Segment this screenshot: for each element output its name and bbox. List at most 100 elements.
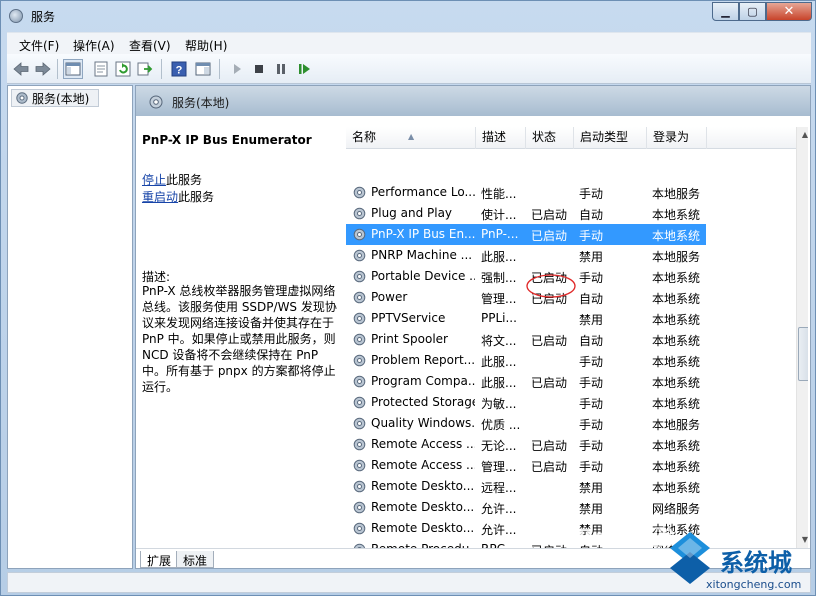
restart-service-line: 重启动此服务 <box>142 188 214 205</box>
table-row[interactable]: Problem Report... 此服... 手动 本地系统 <box>346 350 706 371</box>
close-button[interactable]: ✕ <box>766 2 812 21</box>
service-gear-icon <box>353 249 366 262</box>
table-row[interactable]: Performance Lo... 性能... 手动 本地服务 <box>346 182 706 203</box>
service-name-cell: Remote Access ... <box>371 458 475 472</box>
column-header-startup-type[interactable]: 启动类型 <box>574 127 647 149</box>
table-row[interactable]: Protected Storage 为敏... 手动 本地系统 <box>346 392 706 413</box>
properties-icon[interactable] <box>91 59 111 79</box>
service-description-cell: 优质 ... <box>481 418 521 432</box>
help-icon[interactable]: ? <box>169 59 189 79</box>
service-gear-icon <box>353 396 366 409</box>
column-header-description[interactable]: 描述 <box>476 127 526 149</box>
gear-icon <box>16 92 28 104</box>
service-logon-cell: 本地系统 <box>652 481 701 495</box>
service-description-cell: 管理... <box>481 460 517 474</box>
tab-extended[interactable]: 扩展 <box>140 551 179 568</box>
service-gear-icon <box>353 312 366 325</box>
table-row[interactable]: PNRP Machine ... 此服... 禁用 本地服务 <box>346 245 706 266</box>
toggle-action-pane-icon[interactable] <box>193 59 213 79</box>
service-startup-cell: 手动 <box>579 376 604 390</box>
service-status-cell: 已启动 <box>531 208 568 222</box>
table-row[interactable]: Quality Windows... 优质 ... 手动 本地服务 <box>346 413 706 434</box>
service-name-cell: Plug and Play <box>371 206 453 220</box>
table-row[interactable]: Remote Access ... 无论... 已启动 手动 本地系统 <box>346 434 706 455</box>
column-header-name[interactable]: 名称 ▲ <box>346 127 476 149</box>
baidu-jingyan-watermark: Bai 经验 <box>576 526 673 551</box>
table-row[interactable]: Remote Access ... 管理... 已启动 手动 本地系统 <box>346 455 706 476</box>
table-row[interactable]: Print Spooler 将文... 已启动 自动 本地系统 <box>346 329 706 350</box>
service-startup-cell: 手动 <box>579 187 604 201</box>
service-name-cell: Print Spooler <box>371 332 448 346</box>
service-description-cell: 此服... <box>481 250 517 264</box>
toolbar-separator <box>161 59 162 79</box>
menu-help[interactable]: 帮助(H) <box>185 37 227 54</box>
service-status-cell: 已启动 <box>531 229 568 243</box>
column-header-logon-as[interactable]: 登录为 <box>647 127 707 149</box>
sort-ascending-icon: ▲ <box>408 132 415 141</box>
table-row[interactable]: Program Compa... 此服... 已启动 手动 本地系统 <box>346 371 706 392</box>
service-startup-cell: 手动 <box>579 439 604 453</box>
back-arrow-icon[interactable] <box>11 59 31 79</box>
service-gear-icon <box>353 270 366 283</box>
svg-text:?: ? <box>176 65 183 77</box>
service-name-cell: Remote Access ... <box>371 437 475 451</box>
service-description-cell: 强制... <box>481 271 517 285</box>
scrollbar-thumb[interactable] <box>798 327 808 381</box>
table-row[interactable]: Remote Deskto... 远程... 禁用 本地系统 <box>346 476 706 497</box>
service-name-cell: Problem Report... <box>371 353 475 367</box>
service-description-cell: 将文... <box>481 334 517 348</box>
service-name-cell: Remote Deskto... <box>371 500 475 514</box>
start-service-icon[interactable] <box>227 59 247 79</box>
tree-item-label: 服务(本地) <box>32 91 90 106</box>
table-row[interactable]: Plug and Play 使计... 已启动 自动 本地系统 <box>346 203 706 224</box>
service-logon-cell: 本地系统 <box>652 397 701 411</box>
minimize-button[interactable]: ▁ <box>712 2 739 21</box>
tree-item-services-local[interactable]: 服务(本地) <box>11 89 99 107</box>
service-name-cell: Quality Windows... <box>371 416 475 430</box>
table-row[interactable]: PnP-X IP Bus En... PnP-... 已启动 手动 本地系统 <box>346 224 706 245</box>
minimize-icon: ▁ <box>721 5 730 18</box>
stop-service-link[interactable]: 停止 <box>142 173 166 187</box>
content-header-title: 服务(本地) <box>172 96 230 110</box>
service-gear-icon <box>353 333 366 346</box>
show-hide-tree-icon[interactable] <box>63 59 83 79</box>
scroll-up-arrow-icon[interactable]: ▲ <box>797 127 808 143</box>
service-name-cell: Program Compa... <box>371 374 475 388</box>
service-gear-icon <box>353 459 366 472</box>
vertical-scrollbar[interactable]: ▲ ▼ <box>796 127 808 548</box>
refresh-icon[interactable] <box>113 59 133 79</box>
close-icon: ✕ <box>783 4 795 19</box>
menu-file[interactable]: 文件(F) <box>19 37 59 54</box>
maximize-button[interactable]: ▢ <box>739 2 766 21</box>
watermark-url: xitongcheng.com <box>706 578 802 591</box>
restart-service-link[interactable]: 重启动 <box>142 190 178 204</box>
service-gear-icon <box>353 291 366 304</box>
menu-action[interactable]: 操作(A) <box>73 37 115 54</box>
service-logon-cell: 本地服务 <box>652 187 701 201</box>
service-logon-cell: 本地系统 <box>652 355 701 369</box>
table-row[interactable]: Remote Deskto... 允许... 禁用 网络服务 <box>346 497 706 518</box>
service-description-cell: 性能... <box>481 187 517 201</box>
forward-arrow-icon[interactable] <box>33 59 53 79</box>
pause-service-icon[interactable] <box>271 59 291 79</box>
service-gear-icon <box>353 438 366 451</box>
service-description-cell: 远程... <box>481 481 517 495</box>
table-row[interactable]: PPTVService PPLi... 禁用 本地系统 <box>346 308 706 329</box>
service-logon-cell: 本地系统 <box>652 460 701 474</box>
tab-standard[interactable]: 标准 <box>176 551 215 568</box>
service-name-cell: PPTVService <box>371 311 446 325</box>
column-header-status[interactable]: 状态 <box>526 127 574 149</box>
menu-view[interactable]: 查看(V) <box>129 37 171 54</box>
service-logon-cell: 本地系统 <box>652 229 701 243</box>
service-logon-cell: 本地系统 <box>652 439 701 453</box>
restart-service-suffix: 此服务 <box>178 190 215 204</box>
restart-service-icon[interactable] <box>295 59 315 79</box>
service-description-cell: 使计... <box>481 208 517 222</box>
scroll-down-arrow-icon[interactable]: ▼ <box>797 532 808 548</box>
export-list-icon[interactable] <box>135 59 155 79</box>
title-bar[interactable]: 服务 ▁ ▢ ✕ <box>1 1 816 31</box>
toolbar-separator <box>57 59 58 79</box>
service-logon-cell: 本地服务 <box>652 250 701 264</box>
window-title: 服务 <box>31 10 56 24</box>
stop-service-icon[interactable] <box>249 59 269 79</box>
